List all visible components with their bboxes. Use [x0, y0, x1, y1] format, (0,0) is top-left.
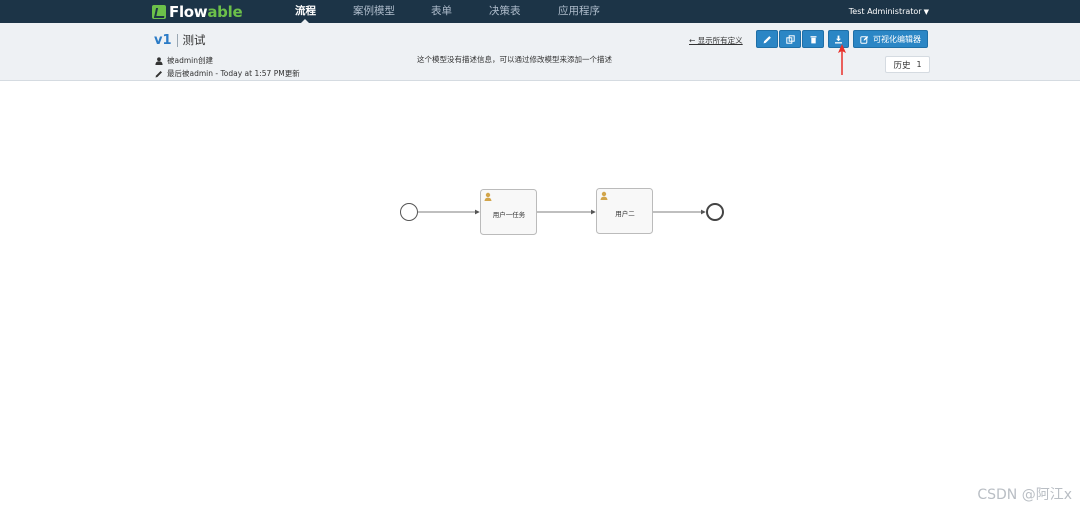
edit-square-icon — [860, 35, 869, 44]
end-event[interactable] — [706, 203, 724, 221]
flowable-logo-icon — [152, 4, 166, 19]
user-menu[interactable]: Test Administrator ▼ — [849, 0, 929, 23]
pencil-small-icon — [155, 70, 162, 77]
user-task-2-label: 用户二 — [615, 210, 635, 218]
model-version: v1 — [154, 32, 172, 48]
model-description: 这个模型没有描述信息，可以通过修改模型来添加一个描述 — [417, 55, 612, 64]
nav-tab-case-models[interactable]: 案例模型 — [353, 0, 395, 23]
start-event[interactable] — [400, 203, 418, 221]
nav-tab-forms[interactable]: 表单 — [431, 0, 452, 23]
last-updated-line: 最后被admin - Today at 1:57 PM更新 — [155, 68, 300, 79]
bpmn-diagram — [400, 188, 724, 235]
copy-model-button[interactable] — [779, 30, 801, 48]
model-title: v1 测试 — [154, 32, 206, 48]
delete-model-button[interactable] — [802, 30, 824, 48]
user-name: Test Administrator — [848, 7, 922, 16]
last-updated-text: 最后被admin - Today at 1:57 PM更新 — [167, 69, 300, 78]
top-navbar: Flowable 流程 案例模型 表单 决策表 应用程序 Test Admini… — [0, 0, 1080, 23]
created-by-line: 被admin创建 — [155, 55, 213, 66]
history-label: 历史 — [893, 60, 911, 71]
flowable-logo[interactable]: Flowable — [152, 2, 243, 21]
download-icon — [835, 35, 842, 43]
pencil-icon — [763, 35, 771, 43]
history-button[interactable]: 历史 1 — [885, 56, 930, 73]
show-all-definitions-link[interactable]: ← 显示所有定义 — [689, 35, 743, 46]
csdn-watermark: CSDN @阿江x — [977, 487, 1072, 503]
annotation-arrow-icon — [838, 44, 846, 75]
model-name: 测试 — [182, 33, 206, 47]
visual-editor-button[interactable]: 可视化编辑器 — [853, 30, 928, 48]
chevron-down-icon: ▼ — [923, 8, 929, 16]
logo-text-able: able — [207, 2, 243, 21]
trash-icon — [810, 35, 816, 43]
nav-tab-apps[interactable]: 应用程序 — [558, 0, 600, 23]
logo-text-flow: Flow — [169, 2, 208, 21]
history-count-badge: 1 — [916, 60, 922, 69]
copy-icon — [785, 34, 795, 44]
nav-tab-decision-tables[interactable]: 决策表 — [489, 0, 521, 23]
user-icon — [155, 56, 163, 65]
visual-editor-label: 可视化编辑器 — [873, 34, 921, 44]
title-separator — [176, 33, 178, 47]
created-by-text: 被admin创建 — [167, 56, 213, 65]
edit-model-button[interactable] — [756, 30, 778, 48]
process-diagram-canvas: 用户一任务 用户二 — [0, 82, 1080, 512]
user-task-1-label: 用户一任务 — [492, 211, 526, 219]
